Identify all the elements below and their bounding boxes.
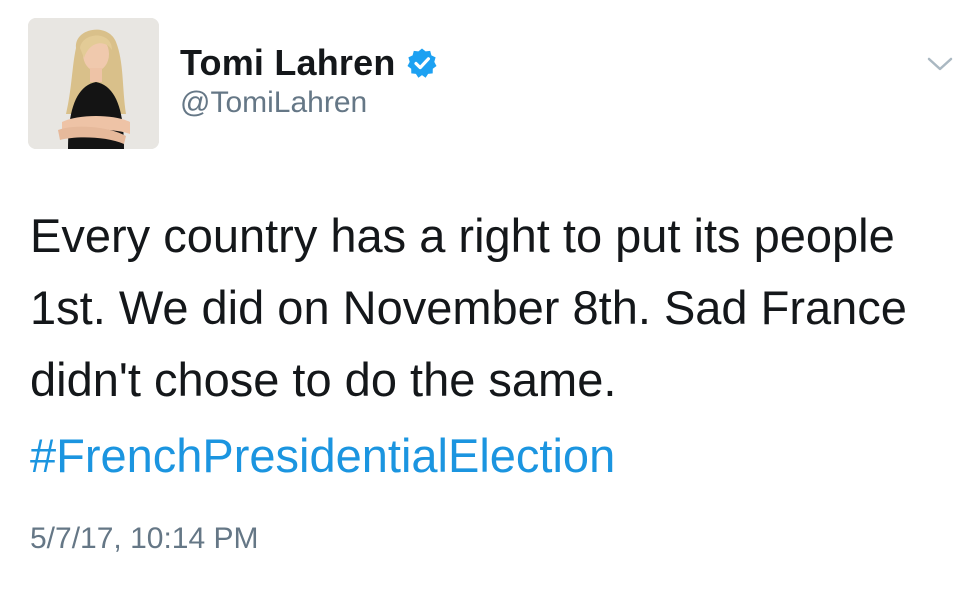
tweet-text-line: 1st. We did on November 8th. Sad France: [30, 281, 907, 334]
author-name-row: Tomi Lahren: [180, 40, 438, 86]
hashtag-link[interactable]: #FrenchPresidentialElection: [30, 420, 615, 492]
author-avatar[interactable]: [28, 18, 159, 149]
tweet-text-line: Every country has a right to put its peo…: [30, 209, 895, 262]
author-display-name[interactable]: Tomi Lahren: [180, 42, 396, 84]
verified-badge-icon: [406, 47, 438, 79]
chevron-down-icon: [927, 57, 953, 71]
tweet-text-line: didn't chose to do the same.: [30, 353, 617, 406]
author-handle[interactable]: @TomiLahren: [180, 86, 367, 120]
tweet-menu-button[interactable]: [924, 52, 956, 76]
tweet-card: Tomi Lahren @TomiLahren Every country ha…: [0, 0, 980, 600]
tweet-body-text: Every country has a right to put its peo…: [30, 200, 960, 416]
profile-photo-icon: [28, 18, 159, 149]
tweet-timestamp[interactable]: 5/7/17, 10:14 PM: [30, 522, 259, 556]
